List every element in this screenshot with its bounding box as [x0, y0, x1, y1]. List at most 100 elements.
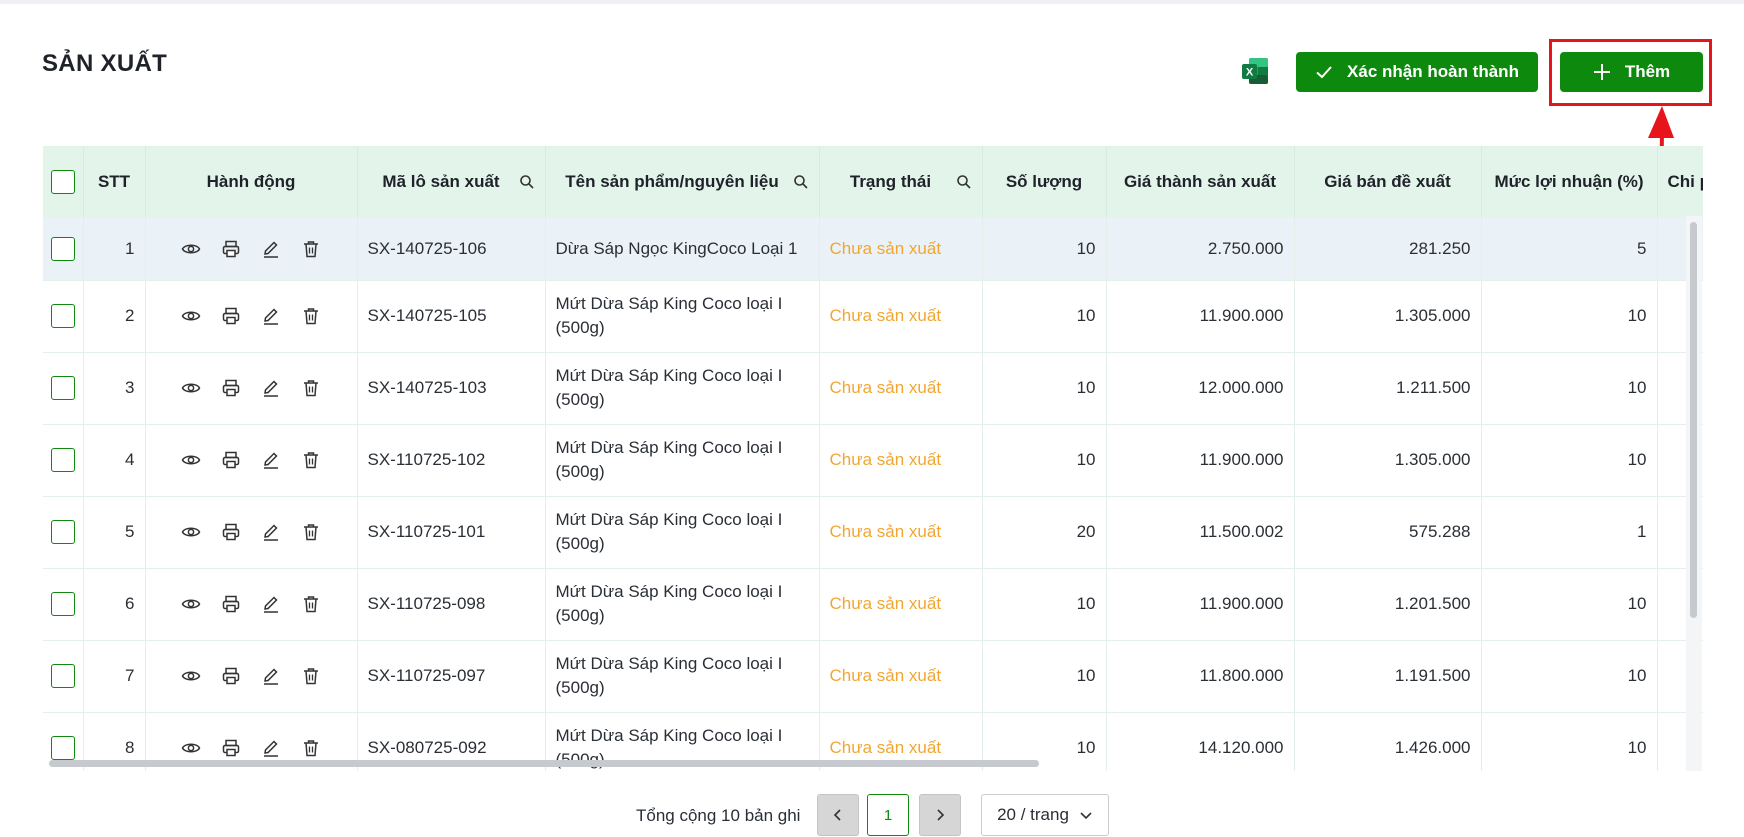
print-icon[interactable] — [221, 450, 241, 470]
page-number-current[interactable]: 1 — [867, 794, 909, 836]
row-stt: 7 — [83, 640, 146, 713]
add-button[interactable]: Thêm — [1560, 52, 1703, 92]
page-card: SẢN XUẤT X Xác nhận hoàn thành Thêm STT … — [0, 4, 1744, 837]
edit-icon[interactable] — [261, 306, 281, 326]
row-quantity: 10 — [982, 280, 1107, 353]
search-icon[interactable] — [793, 174, 809, 190]
column-header-lot-code-label: Mã lô sản xuất — [382, 172, 500, 191]
view-icon[interactable] — [181, 239, 201, 259]
column-header-product-label: Tên sản phẩm/nguyên liệu — [565, 172, 779, 191]
excel-export-icon[interactable]: X — [1240, 56, 1270, 86]
print-icon[interactable] — [221, 738, 241, 758]
horizontal-scrollbar[interactable] — [49, 760, 1039, 767]
row-stt: 5 — [83, 496, 146, 569]
delete-icon[interactable] — [301, 522, 321, 542]
search-icon[interactable] — [519, 174, 535, 190]
row-actions — [145, 496, 358, 569]
row-cost: 11.900.000 — [1106, 568, 1295, 641]
view-icon[interactable] — [181, 666, 201, 686]
table-row[interactable]: 4 SX-110725-102 Mứt Dừa Sáp King Coco loại… — [43, 424, 1703, 497]
row-actions — [145, 280, 358, 353]
row-margin: 10 — [1481, 568, 1658, 641]
row-checkbox[interactable] — [50, 520, 75, 544]
delete-icon[interactable] — [301, 738, 321, 758]
row-actions — [145, 424, 358, 497]
row-quantity: 10 — [982, 424, 1107, 497]
row-cost: 11.800.000 — [1106, 640, 1295, 713]
row-margin: 10 — [1481, 352, 1658, 425]
table-row[interactable]: 2 SX-140725-105 Mứt Dừa Sáp King Coco loại… — [43, 280, 1703, 353]
edit-icon[interactable] — [261, 522, 281, 542]
print-icon[interactable] — [221, 306, 241, 326]
delete-icon[interactable] — [301, 239, 321, 259]
table-row[interactable]: 7 SX-110725-097 Mứt Dừa Sáp King Coco loại… — [43, 640, 1703, 713]
row-select-cell — [43, 424, 84, 497]
row-price: 281.250 — [1294, 218, 1482, 281]
row-product: Mứt Dừa Sáp King Coco loại I (500g) — [545, 280, 820, 353]
edit-icon[interactable] — [261, 450, 281, 470]
prev-page-button[interactable] — [817, 794, 859, 836]
row-select-cell — [43, 640, 84, 713]
row-checkbox[interactable] — [50, 236, 75, 261]
delete-icon[interactable] — [301, 666, 321, 686]
row-stt: 2 — [83, 280, 146, 353]
vertical-scrollbar[interactable] — [1690, 222, 1697, 618]
delete-icon[interactable] — [301, 378, 321, 398]
column-header-price: Giá bán đề xuất — [1294, 146, 1482, 218]
edit-icon[interactable] — [261, 239, 281, 259]
view-icon[interactable] — [181, 306, 201, 326]
row-status: Chưa sản xuất — [819, 568, 983, 641]
view-icon[interactable] — [181, 378, 201, 398]
table-header-row: STT Hành động Mã lô sản xuất Tên sản phẩ… — [43, 146, 1703, 218]
delete-icon[interactable] — [301, 450, 321, 470]
row-checkbox[interactable] — [50, 304, 75, 328]
view-icon[interactable] — [181, 594, 201, 614]
search-icon[interactable] — [956, 174, 972, 190]
edit-icon[interactable] — [261, 738, 281, 758]
edit-icon[interactable] — [261, 594, 281, 614]
confirm-complete-button[interactable]: Xác nhận hoàn thành — [1296, 52, 1538, 92]
table-row[interactable]: 6 SX-110725-098 Mứt Dừa Sáp King Coco loại… — [43, 568, 1703, 641]
row-product: Mứt Dừa Sáp King Coco loại I (500g) — [545, 568, 820, 641]
column-header-status: Trạng thái — [819, 146, 983, 218]
row-lot-code: SX-140725-105 — [357, 280, 546, 353]
row-checkbox[interactable] — [50, 376, 75, 400]
row-select-cell — [43, 218, 84, 281]
row-stt: 6 — [83, 568, 146, 641]
view-icon[interactable] — [181, 522, 201, 542]
view-icon[interactable] — [181, 450, 201, 470]
row-checkbox[interactable] — [50, 664, 75, 688]
next-page-button[interactable] — [919, 794, 961, 836]
column-header-quantity: Số lượng — [982, 146, 1107, 218]
edit-icon[interactable] — [261, 666, 281, 686]
row-lot-code: SX-110725-102 — [357, 424, 546, 497]
row-quantity: 10 — [982, 352, 1107, 425]
print-icon[interactable] — [221, 239, 241, 259]
row-checkbox[interactable] — [50, 736, 75, 760]
edit-icon[interactable] — [261, 378, 281, 398]
row-status: Chưa sản xuất — [819, 218, 983, 281]
print-icon[interactable] — [221, 378, 241, 398]
delete-icon[interactable] — [301, 594, 321, 614]
row-lot-code: SX-110725-097 — [357, 640, 546, 713]
chevron-down-icon — [1080, 812, 1092, 820]
row-quantity: 10 — [982, 568, 1107, 641]
print-icon[interactable] — [221, 594, 241, 614]
select-all-checkbox[interactable] — [50, 170, 75, 194]
row-margin: 10 — [1481, 280, 1658, 353]
row-cost: 14.120.000 — [1106, 712, 1295, 771]
row-checkbox[interactable] — [50, 448, 75, 472]
row-margin: 1 — [1481, 496, 1658, 569]
table-row[interactable]: 3 SX-140725-103 Mứt Dừa Sáp King Coco loại… — [43, 352, 1703, 425]
delete-icon[interactable] — [301, 306, 321, 326]
print-icon[interactable] — [221, 522, 241, 542]
print-icon[interactable] — [221, 666, 241, 686]
row-select-cell — [43, 280, 84, 353]
page-size-select[interactable]: 20 / trang — [981, 794, 1109, 836]
row-checkbox[interactable] — [50, 592, 75, 616]
table-row[interactable]: 1 SX-140725-106 Dừa Sáp Ngọc KingCoco Loại… — [43, 218, 1703, 281]
table-row[interactable]: 5 SX-110725-101 Mứt Dừa Sáp King Coco loại… — [43, 496, 1703, 569]
view-icon[interactable] — [181, 738, 201, 758]
row-quantity: 20 — [982, 496, 1107, 569]
row-margin: 5 — [1481, 218, 1658, 281]
